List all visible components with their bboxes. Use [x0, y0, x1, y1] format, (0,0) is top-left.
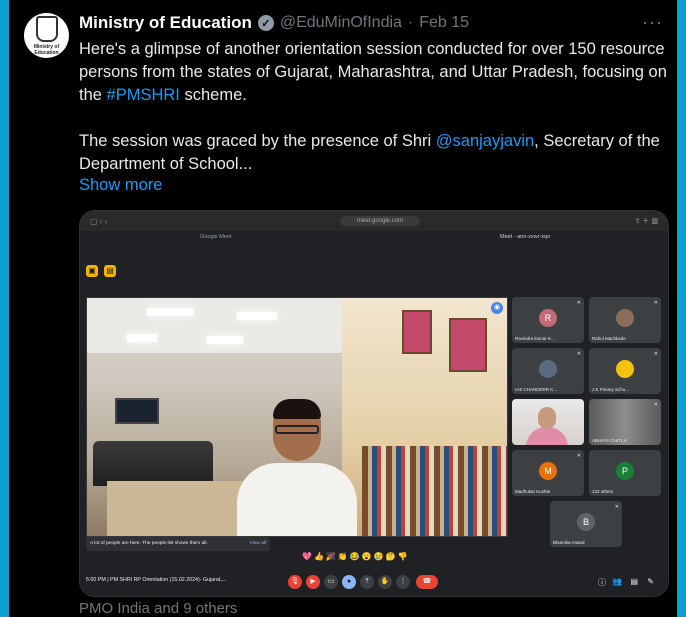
author-handle[interactable]: @EduMinOfIndia	[280, 14, 402, 32]
show-more-link[interactable]: Show more	[79, 176, 162, 195]
speaker	[237, 399, 357, 536]
leave-call-button[interactable]: ☎	[416, 575, 438, 589]
tab-google-meet: Google Meet	[200, 234, 232, 240]
tab-meet-session: Meet - ann-xxwr-xqo	[500, 234, 551, 240]
participant-name: Madhukar Kushte	[515, 489, 551, 494]
participant-avatar	[616, 309, 634, 327]
mic-off-button[interactable]: 🎙	[288, 575, 302, 589]
present-button[interactable]: ⤒	[360, 575, 374, 589]
toast-text: A lot of people are here. The people lis…	[90, 541, 208, 546]
raise-hand-button[interactable]: ●	[342, 575, 356, 589]
tweet-text: Here's a glimpse of another orientation …	[79, 38, 667, 176]
participant-tile[interactable]: ✕ J.K Pimary Schu...	[589, 348, 661, 394]
participant-name: 133 others	[592, 489, 614, 494]
mic-off-icon: ✕	[653, 300, 658, 306]
scene-desk	[107, 481, 257, 536]
mic-off-icon: ✕	[653, 351, 658, 357]
chat-icon[interactable]: ▤	[630, 577, 638, 586]
scene-tv	[115, 398, 159, 424]
browser-toolbar: ▢ ‹ › meet.google.com ⇪ ＋ ▥	[80, 211, 668, 231]
participant-name: ABHAYA CHITLA	[592, 438, 627, 443]
participant-name: Ravindra kumar K...	[515, 336, 555, 341]
mention-link[interactable]: @sanjayjavin	[436, 132, 534, 150]
window-controls-icon: ▢ ‹ ›	[90, 217, 108, 226]
people-icon[interactable]: 👥	[612, 577, 622, 586]
tweet-header: Ministry of Education ✓ @EduMinOfIndia ·…	[79, 12, 469, 34]
separator: ·	[407, 14, 414, 31]
info-icon[interactable]: ⓘ	[598, 577, 606, 588]
reactions-bar[interactable]: 💖👍🎉👏😂😮😢🤔👎	[302, 552, 410, 561]
mic-off-icon: ✕	[653, 402, 658, 408]
avatar[interactable]: Ministry of Education	[24, 13, 69, 58]
extension-icon: ▣	[86, 265, 98, 277]
mic-off-icon: ✕	[576, 300, 581, 306]
wall-picture	[402, 310, 432, 354]
browser-actions-icon: ⇪ ＋ ▥	[634, 218, 658, 225]
participant-tile[interactable]: ✕ ABHAYA CHITLA	[589, 399, 661, 445]
participant-avatar	[616, 360, 634, 378]
meet-window: ▣ ▤ ◉ R ✕ Ravindra kumar K... ✕ Rahul Ma…	[80, 247, 668, 596]
tweet-date[interactable]: Feb 15	[419, 14, 469, 32]
participant-tile[interactable]: ✕ Rahul Machkade	[589, 297, 661, 343]
avatar-caption: Ministry of Education	[33, 43, 60, 56]
participant-tile[interactable]: B ✕ Bhumika Anand	[550, 501, 622, 547]
participant-tile[interactable]	[512, 399, 584, 445]
author-name[interactable]: Ministry of Education	[79, 13, 252, 33]
participant-tile[interactable]: P 133 others	[589, 450, 661, 496]
participant-tile[interactable]: ✕ IAS CHANDERR K...	[512, 348, 584, 394]
meeting-info: 5:00 PM | PM SHRI RP Orientation (15.02.…	[86, 577, 227, 583]
mic-off-icon: ✕	[576, 453, 581, 459]
emblem-icon	[35, 15, 58, 42]
meet-controls: 5:00 PM | PM SHRI RP Orientation (15.02.…	[80, 568, 668, 596]
audio-indicator-icon: ◉	[491, 302, 503, 314]
browser-tabs: Google Meet Meet - ann-xxwr-xqo	[80, 231, 668, 247]
participant-tile[interactable]: R ✕ Ravindra kumar K...	[512, 297, 584, 343]
media-attachment[interactable]: ▢ ‹ › meet.google.com ⇪ ＋ ▥ Google Meet …	[79, 210, 669, 597]
participant-avatar: P	[616, 462, 634, 480]
participant-avatar	[539, 360, 557, 378]
participant-tile[interactable]: M ✕ Madhukar Kushte	[512, 450, 584, 496]
scene-bookshelf	[362, 446, 507, 536]
participant-name: Rahul Machkade	[592, 336, 626, 341]
participant-avatar: M	[539, 462, 557, 480]
text-part: scheme.	[179, 86, 247, 104]
view-all-button[interactable]: View all	[250, 537, 266, 551]
main-video: ◉	[86, 297, 508, 537]
wall-picture	[449, 318, 487, 372]
participants-toast: A lot of people are here. The people lis…	[86, 537, 270, 551]
likes-summary[interactable]: PMO India and 9 others	[79, 600, 237, 617]
camera-off-button[interactable]: ▶	[306, 575, 320, 589]
extension-icon: ▤	[104, 265, 116, 277]
hashtag-link[interactable]: #PMSHRI	[107, 86, 180, 104]
verified-badge-icon: ✓	[257, 15, 274, 31]
participant-name: J.K Pimary Schu...	[592, 387, 630, 392]
more-horizontal-icon[interactable]: ···	[642, 12, 663, 33]
scene-chairs	[93, 441, 213, 486]
participant-name: Bhumika Anand	[553, 540, 585, 545]
address-bar: meet.google.com	[340, 216, 420, 226]
more-options-button[interactable]: ⋮	[396, 575, 410, 589]
tweet-card: Ministry of Education Ministry of Educat…	[9, 0, 677, 617]
mic-off-icon: ✕	[576, 351, 581, 357]
mic-off-icon: ✕	[614, 504, 619, 510]
participant-avatar: R	[539, 309, 557, 327]
activities-icon[interactable]: ✎	[647, 577, 654, 586]
reactions-button[interactable]: ✋	[378, 575, 392, 589]
participant-avatar: B	[577, 513, 595, 531]
participant-name: IAS CHANDERR K...	[515, 387, 558, 392]
captions-button[interactable]: ▭	[324, 575, 338, 589]
text-part: The session was graced by the presence o…	[79, 132, 436, 150]
